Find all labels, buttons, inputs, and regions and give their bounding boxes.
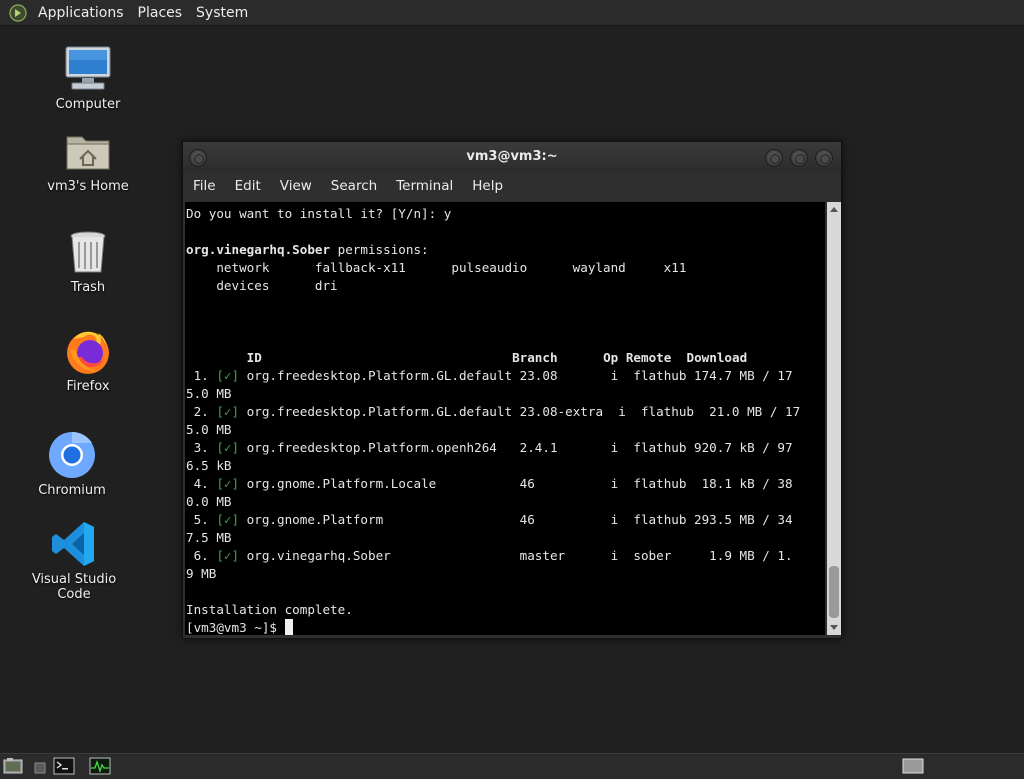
- show-desktop-icon[interactable]: [3, 757, 23, 775]
- panel-separator-icon: [33, 757, 47, 775]
- menu-help[interactable]: Help: [462, 178, 512, 194]
- applications-menu[interactable]: Applications: [31, 5, 131, 21]
- column-header-remote: Remote: [625, 350, 672, 365]
- check-mark: [✓]: [216, 548, 240, 563]
- firefox-icon: [64, 327, 112, 375]
- permissions-row: network fallback-x11 pulseaudio wayland …: [186, 260, 687, 275]
- desktop-icon-firefox[interactable]: Firefox: [28, 327, 148, 394]
- bottom-panel: [0, 753, 1024, 779]
- permissions-row: devices dri: [186, 278, 338, 293]
- desktop-icon-label: vm3's Home: [47, 179, 129, 194]
- home-folder-icon: [64, 127, 112, 175]
- app-id: org.vinegarhq.Sober: [186, 242, 331, 257]
- desktop-icon-label: Computer: [55, 97, 121, 112]
- menu-file[interactable]: File: [183, 178, 225, 194]
- desktop-icon-home[interactable]: vm3's Home: [28, 127, 148, 194]
- column-header-id: ID: [246, 350, 262, 365]
- vscode-icon: [50, 520, 98, 568]
- terminal-window[interactable]: vm3@vm3:~ File Edit View Search Terminal…: [182, 141, 842, 639]
- desktop-icon-label: Firefox: [66, 379, 110, 394]
- top-panel: Applications Places System: [0, 0, 1024, 26]
- text-cursor: [284, 619, 293, 635]
- computer-icon: [64, 45, 112, 93]
- window-title: vm3@vm3:~: [466, 149, 558, 164]
- table-row: 6. [✓] org.vinegarhq.Sober master i sobe…: [186, 548, 793, 563]
- check-mark: [✓]: [216, 476, 240, 491]
- desktop-icon-chromium[interactable]: Chromium: [12, 431, 132, 498]
- table-row: 2. [✓] org.freedesktop.Platform.GL.defau…: [186, 404, 801, 419]
- distro-logo-icon[interactable]: [9, 3, 27, 22]
- desktop-icon-trash[interactable]: Trash: [28, 228, 148, 295]
- check-mark: [✓]: [216, 368, 240, 383]
- check-mark: [✓]: [216, 404, 240, 419]
- trash-icon: [64, 228, 112, 276]
- scrollbar-thumb[interactable]: [829, 566, 839, 618]
- close-button[interactable]: [815, 149, 833, 167]
- table-row-wrap: 6.5 kB: [186, 458, 232, 473]
- desktop-icon-label: Trash: [70, 280, 106, 295]
- shell-prompt: [vm3@vm3 ~]$: [186, 620, 285, 635]
- desktop-icon-label: Visual Studio Code: [31, 572, 117, 602]
- menu-view[interactable]: View: [270, 178, 321, 194]
- install-complete-message: Installation complete.: [186, 602, 353, 617]
- menu-edit[interactable]: Edit: [225, 178, 270, 194]
- table-row-wrap: 5.0 MB: [186, 422, 232, 437]
- check-mark: [✓]: [216, 512, 240, 527]
- window-menubar: File Edit View Search Terminal Help: [183, 172, 841, 200]
- system-monitor-icon[interactable]: [89, 757, 111, 775]
- terminal-launcher-icon[interactable]: [53, 757, 75, 775]
- maximize-button[interactable]: [790, 149, 808, 167]
- column-header-download: Download: [686, 350, 748, 365]
- minimize-button[interactable]: [765, 149, 783, 167]
- permissions-label: permissions:: [330, 242, 429, 257]
- install-question: Do you want to install it? [Y/n]: y: [186, 206, 452, 221]
- table-row-wrap: 5.0 MB: [186, 386, 232, 401]
- desktop-icon-label: Chromium: [38, 483, 106, 498]
- chromium-icon: [48, 431, 96, 479]
- window-menu-button[interactable]: [189, 149, 207, 167]
- table-row: 5. [✓] org.gnome.Platform 46 i flathub 2…: [186, 512, 793, 527]
- table-row-wrap: 9 MB: [186, 566, 217, 581]
- menu-terminal[interactable]: Terminal: [386, 178, 462, 194]
- desktop-icon-vscode[interactable]: Visual Studio Code: [14, 520, 134, 602]
- terminal-scrollbar[interactable]: [827, 202, 841, 635]
- table-row: 1. [✓] org.freedesktop.Platform.GL.defau…: [186, 368, 793, 383]
- scroll-up-arrow-icon[interactable]: [830, 207, 838, 212]
- menu-search[interactable]: Search: [321, 178, 386, 194]
- table-row-wrap: 0.0 MB: [186, 494, 232, 509]
- system-menu[interactable]: System: [189, 5, 255, 21]
- desktop-icon-computer[interactable]: Computer: [28, 45, 148, 112]
- window-titlebar[interactable]: vm3@vm3:~: [183, 142, 841, 172]
- places-menu[interactable]: Places: [131, 5, 190, 21]
- table-row-wrap: 7.5 MB: [186, 530, 232, 545]
- terminal-output[interactable]: Do you want to install it? [Y/n]: y org.…: [185, 202, 825, 635]
- column-header-branch: Branch: [512, 350, 558, 365]
- workspace-switcher[interactable]: [902, 757, 924, 775]
- check-mark: [✓]: [216, 440, 240, 455]
- column-header-op: Op: [603, 350, 619, 365]
- scroll-down-arrow-icon[interactable]: [830, 625, 838, 630]
- table-row: 3. [✓] org.freedesktop.Platform.openh264…: [186, 440, 793, 455]
- table-row: 4. [✓] org.gnome.Platform.Locale 46 i fl…: [186, 476, 793, 491]
